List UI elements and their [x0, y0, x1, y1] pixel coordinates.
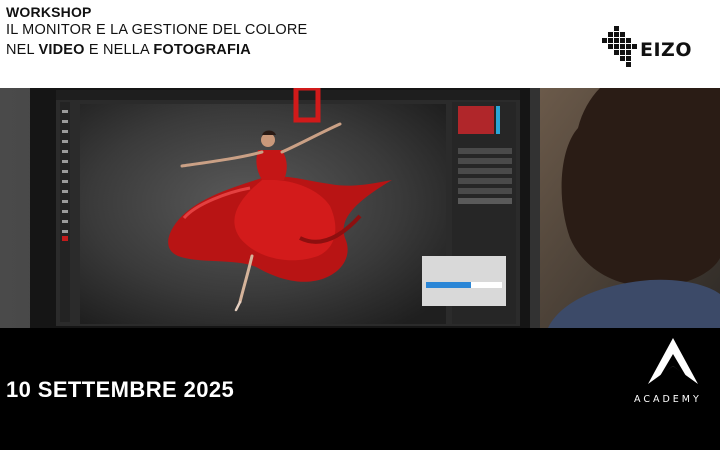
academy-peak-icon	[648, 338, 698, 384]
banner: WORKSHOP IL MONITOR E LA GESTIONE DEL CO…	[0, 0, 720, 450]
title-line-1: IL MONITOR E LA GESTIONE DEL COLORE	[6, 22, 308, 38]
foreground-color-swatch	[62, 236, 68, 241]
title-fotografia: FOTOGRAFIA	[153, 42, 251, 58]
eizo-wordmark: EIZO	[640, 39, 692, 61]
header-band: WORKSHOP IL MONITOR E LA GESTIONE DEL CO…	[0, 0, 720, 88]
eizo-grid-icon	[602, 26, 637, 67]
hero-photo	[0, 88, 720, 328]
progress-fill	[426, 282, 471, 288]
monitor-scene	[0, 88, 720, 328]
progress-dialog	[422, 256, 506, 306]
title-line-2-pre: NEL	[6, 42, 39, 58]
event-date: 10 SETTEMBRE 2025	[6, 377, 235, 402]
academy-label: ACADEMY	[634, 394, 702, 405]
title-line-2-mid: E NELLA	[84, 42, 154, 58]
workshop-label: WORKSHOP	[6, 4, 92, 20]
title-line-2: NEL VIDEO E NELLA FOTOGRAFIA	[6, 42, 251, 58]
editor-menubar	[56, 90, 520, 100]
color-picker-field	[458, 106, 494, 134]
hue-slider	[496, 106, 500, 134]
layer-selected	[458, 198, 512, 204]
footer-band: 10 SETTEMBRE 2025 ACADEMY	[0, 328, 720, 450]
eizo-logo: EIZO	[600, 24, 712, 74]
title-video: VIDEO	[38, 42, 85, 58]
